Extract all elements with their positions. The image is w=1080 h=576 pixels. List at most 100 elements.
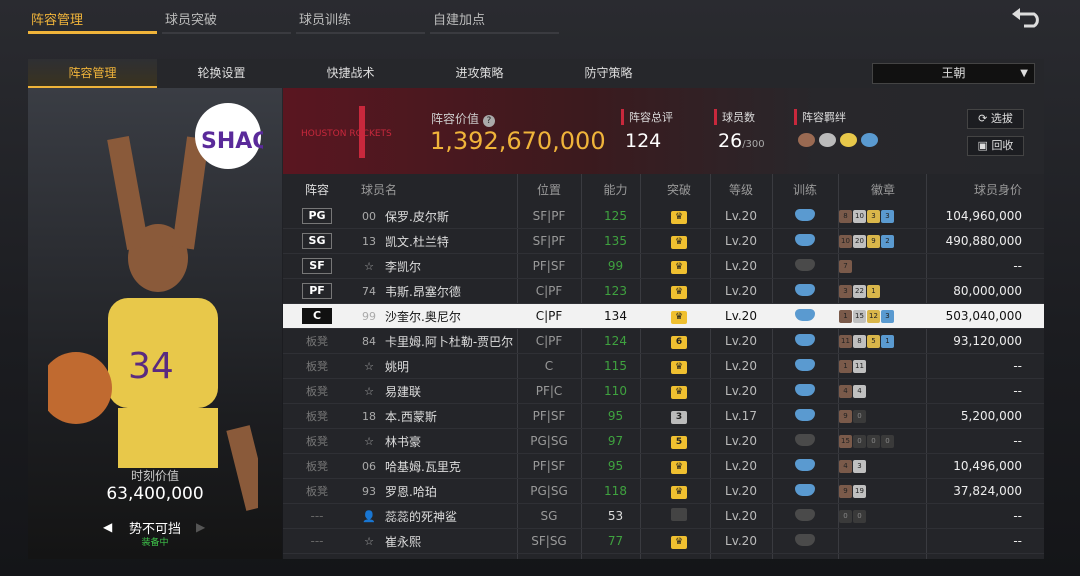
badge: 0 <box>867 434 880 448</box>
table-row[interactable]: PG 00 保罗.皮尔斯 SF|PF 125 ♛ Lv.20 8 10 3 3 104… <box>283 204 1044 229</box>
badge: 0 <box>839 509 852 523</box>
table-row[interactable]: 板凳 ☆ 姚明 C 115 ♛ Lv.20 1 11 -- <box>283 354 1044 379</box>
table-row[interactable]: --- 👤 蕊蕊的死神鲨 SG 53 Lv.20 00 -- <box>283 504 1044 529</box>
player-value: -- <box>1013 359 1022 373</box>
tab-breakthrough[interactable]: 球员突破 <box>162 0 291 34</box>
crown-icon: ♛ <box>671 386 687 399</box>
player-ability: 134 <box>604 309 627 323</box>
slot: --- <box>310 534 324 548</box>
jersey-number: 99 <box>362 309 376 323</box>
select-button[interactable]: ⟳ 选拔 <box>967 109 1024 129</box>
player-name: 易建联 <box>385 384 422 399</box>
jersey-number: 06 <box>362 459 376 473</box>
player-name: 林书豪 <box>385 434 422 449</box>
player-ability: 97 <box>607 434 624 448</box>
badge: 8 <box>839 209 852 223</box>
subtab-quick-tactics[interactable]: 快捷战术 <box>286 59 415 88</box>
tab-lineup[interactable]: 阵容管理 <box>28 0 157 34</box>
training-icon <box>794 358 816 374</box>
subtab-lineup[interactable]: 阵容管理 <box>28 59 157 88</box>
players-stat: 球员数 26/300 <box>714 109 765 152</box>
card-value-label: 时刻价值 <box>130 469 179 483</box>
player-position: SF|SG <box>531 534 567 548</box>
badge: 3 <box>881 209 894 223</box>
badge: 3 <box>853 459 866 473</box>
svg-text:HOUSTON ROCKETS: HOUSTON ROCKETS <box>301 129 392 139</box>
slot: C <box>301 308 333 324</box>
badges: 11 8 5 1 <box>839 334 894 348</box>
breakthrough-badge: 5 <box>671 436 687 449</box>
table-row[interactable]: 板凳 18 本.西蒙斯 PF|SF 95 3 Lv.17 90 5,200,00… <box>283 404 1044 429</box>
badge: 8 <box>853 334 866 348</box>
table-row[interactable]: SG 13 凯文.杜兰特 SF|PF 135 ♛ Lv.20 10 20 9 2 49… <box>283 229 1044 254</box>
slot: SF <box>301 258 333 274</box>
slot: 板凳 <box>306 410 328 423</box>
subtab-defense[interactable]: 防守策略 <box>544 59 673 88</box>
player-position: PF|C <box>535 384 563 398</box>
player-value: -- <box>1013 509 1022 523</box>
table-row[interactable]: SF ☆ 李凯尔 PF|SF 99 ♛ Lv.20 7 -- <box>283 254 1044 279</box>
player-name: 韦斯.昂塞尔德 <box>385 284 461 299</box>
breakthrough: ♛ <box>669 208 689 224</box>
next-skill-icon[interactable]: ▶ <box>196 520 205 534</box>
crown-icon: ♛ <box>671 286 687 299</box>
player-card[interactable]: 34 SHAQ 时刻价值 63,400,000 ◀ 势不可挡 ▶ 装备中 <box>28 88 282 559</box>
table-row[interactable]: 板凳 ☆ 林书豪 PG|SG 97 5 Lv.20 15 0 0 0 -- <box>283 429 1044 454</box>
table-row[interactable]: 板凳 93 罗恩.哈珀 PG|SG 118 ♛ Lv.20 9 19 37,824… <box>283 479 1044 504</box>
slot: 板凳 <box>306 335 328 348</box>
help-icon[interactable]: ? <box>482 115 495 127</box>
player-level: Lv.20 <box>725 459 757 473</box>
badges: 8 10 3 3 <box>839 209 894 223</box>
sub-tab-bar: 阵容管理 轮换设置 快捷战术 进攻策略 防守策略 王朝 ▼ <box>28 59 1044 88</box>
subtab-offense[interactable]: 进攻策略 <box>415 59 544 88</box>
table-row[interactable]: 板凳 84 卡里姆.阿卜杜勒-贾巴尔 C|PF 124 6 Lv.20 11 8 5… <box>283 329 1044 354</box>
player-name: 姚明 <box>385 359 410 374</box>
player-level: Lv.20 <box>725 234 757 248</box>
breakthrough-badge: 6 <box>671 336 687 349</box>
player-name: 罗恩.哈珀 <box>385 484 437 499</box>
team-select-value: 王朝 <box>941 66 966 80</box>
top-tab-bar: 阵容管理 球员突破 球员训练 自建加点 <box>28 0 564 34</box>
table-row[interactable]: 板凳 ☆ 易建联 PF|C 110 ♛ Lv.20 44 -- <box>283 379 1044 404</box>
slot: SG <box>301 233 333 249</box>
tab-custom-points[interactable]: 自建加点 <box>430 0 559 34</box>
jersey-number: ☆ <box>364 359 374 373</box>
table-row[interactable]: --- ☆ 崔永熙 SF|SG 77 ♛ Lv.20 -- <box>283 529 1044 554</box>
table-row[interactable]: C 99 沙奎尔.奥尼尔 C|PF 134 ♛ Lv.20 1 15 12 3 503… <box>283 304 1044 329</box>
team-select[interactable]: 王朝 ▼ <box>872 63 1035 84</box>
badge: 9 <box>867 234 880 248</box>
badge: 1 <box>839 359 852 373</box>
slot: 板凳 <box>306 485 328 498</box>
badges: 1 11 <box>839 359 866 373</box>
jersey-number: ☆ <box>364 384 374 398</box>
players-count: 26/300 <box>718 130 765 152</box>
badge: 10 <box>839 234 852 248</box>
table-row[interactable]: PF 74 韦斯.昂塞尔德 C|PF 123 ♛ Lv.20 3 22 1 80,0… <box>283 279 1044 304</box>
player-position: PF|SF <box>532 459 566 473</box>
jersey-number: 84 <box>362 334 376 348</box>
jersey-number: 18 <box>362 409 376 423</box>
player-ability: 135 <box>604 234 627 248</box>
tab-training[interactable]: 球员训练 <box>296 0 425 34</box>
rating-value: 124 <box>625 130 662 152</box>
crown-icon: ♛ <box>671 261 687 274</box>
player-value: 104,960,000 <box>945 209 1022 223</box>
player-ability: 110 <box>604 384 627 398</box>
player-name: 沙奎尔.奥尼尔 <box>385 309 461 324</box>
back-icon[interactable] <box>1010 6 1044 28</box>
badges: 7 <box>839 259 852 273</box>
player-name: 哈基姆.瓦里克 <box>385 459 461 474</box>
slot: PG <box>301 208 333 224</box>
subtab-rotation[interactable]: 轮换设置 <box>157 59 286 88</box>
table-row[interactable]: 板凳 06 哈基姆.瓦里克 PF|SF 95 ♛ Lv.20 43 10,496… <box>283 454 1044 479</box>
bond-gold-icon <box>840 133 857 147</box>
bond-stat[interactable]: 阵容羁绊 <box>794 109 878 147</box>
recycle-button[interactable]: ▣ 回收 <box>967 136 1024 156</box>
player-level: Lv.20 <box>725 334 757 348</box>
training-icon <box>794 458 816 474</box>
breakthrough: ♛ <box>669 458 689 474</box>
breakthrough: ♛ <box>669 358 689 374</box>
training-icon <box>794 508 816 524</box>
badge: 4 <box>839 459 852 473</box>
player-ability: 124 <box>604 334 627 348</box>
